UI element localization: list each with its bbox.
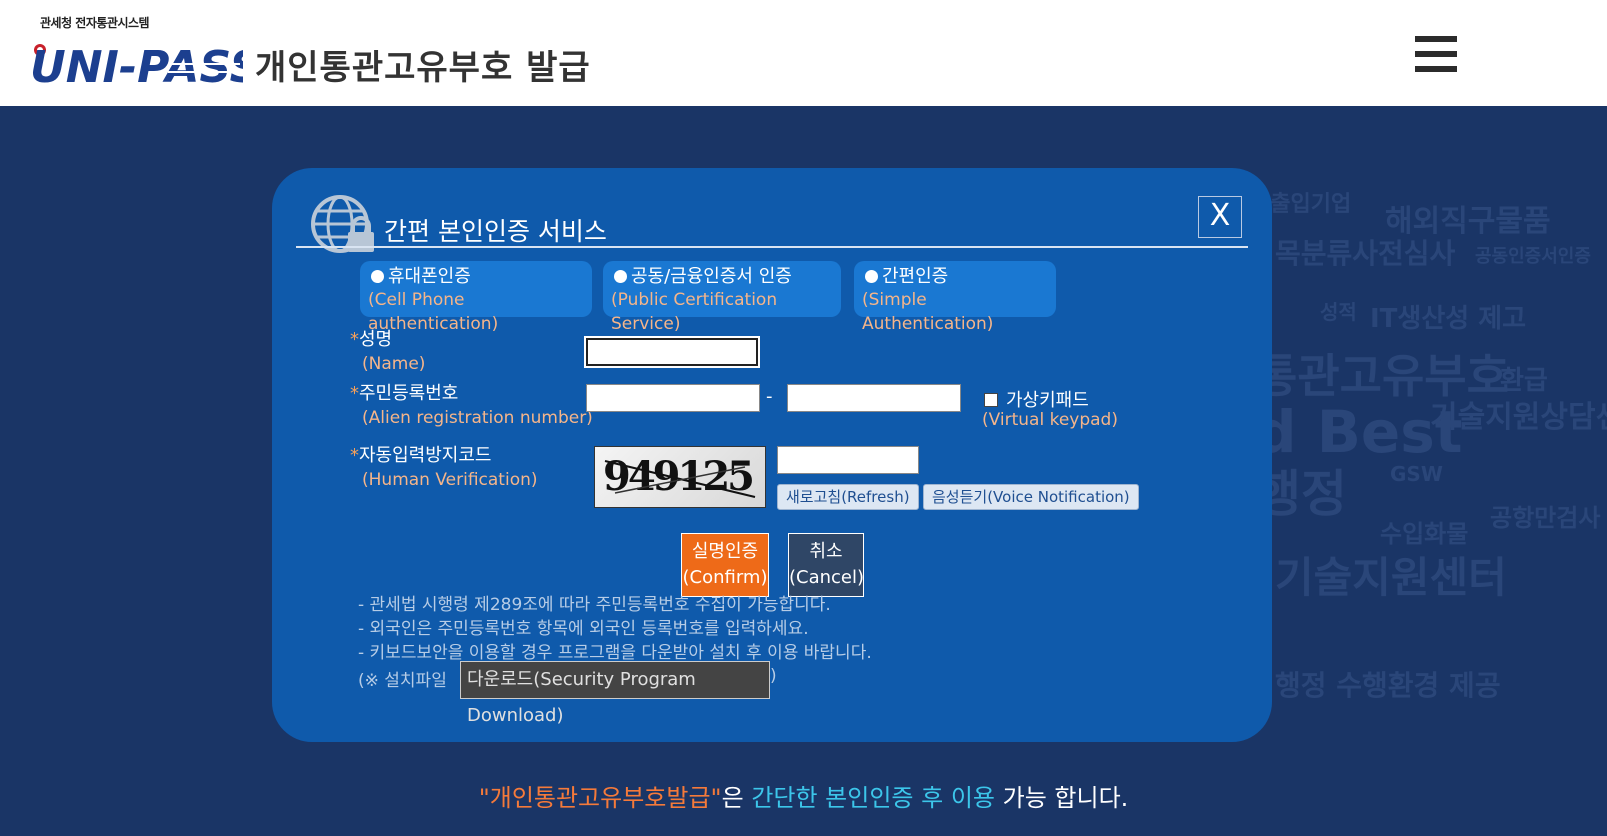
tab-public-certificate-auth[interactable]: 공동/금융인증서 인증 (Public Certification Servic… — [603, 261, 841, 334]
page-title: 개인통관고유부호 발급 — [255, 48, 591, 88]
auth-modal: 간편 본인인증 서비스 X 휴대폰인증 (Cell Phone authenti… — [272, 168, 1272, 742]
notice-text: - 관세법 시행령 제289조에 따라 주민등록번호 수집이 가능합니다. — [358, 595, 831, 615]
close-button[interactable]: X — [1198, 196, 1242, 238]
virtual-keypad-label: 가상키패드 — [1006, 390, 1089, 411]
voice-captcha-button[interactable]: 음성듣기(Voice Notification) — [923, 484, 1139, 510]
install-suffix: ) — [770, 666, 777, 686]
captcha-field-label: *자동입력방지코드 (Human Verification) — [350, 444, 538, 492]
bg-word: 기술지원상담센 — [1430, 400, 1607, 435]
bg-word: 공동인증서인증 — [1475, 246, 1591, 267]
required-mark: * — [350, 383, 359, 404]
tab-label-en: (Public Certification Service) — [611, 290, 778, 334]
radio-icon[interactable] — [371, 269, 384, 283]
registration-separator: - — [766, 386, 773, 407]
hamburger-bar — [1415, 51, 1457, 57]
logo-text: UNI-PASS — [30, 42, 243, 92]
bg-word: 기술지원센터 — [1275, 553, 1507, 602]
name-input[interactable] — [584, 336, 760, 368]
tab-simple-auth[interactable]: 간편인증 (Simple Authentication) — [854, 261, 1056, 334]
bg-word: IT생산성 제고 — [1370, 304, 1527, 334]
virtual-keypad-label-en: (Virtual keypad) — [982, 410, 1118, 430]
captcha-noise-lines — [604, 460, 756, 498]
footer-text: 가능 합니다. — [995, 784, 1129, 812]
confirm-button[interactable]: 실명인증 (Confirm) — [681, 533, 769, 597]
bg-word: 공항만검사 — [1490, 504, 1601, 532]
globe-lock-icon — [311, 195, 374, 253]
hamburger-menu-icon[interactable] — [1415, 36, 1457, 76]
registration-front-input[interactable] — [586, 384, 760, 412]
tab-label: 간편인증 — [882, 266, 949, 287]
name-label: 성명 — [359, 329, 393, 350]
registration-label: 주민등록번호 — [359, 383, 459, 404]
tab-cell-phone-auth[interactable]: 휴대폰인증 (Cell Phone authentication) — [360, 261, 592, 334]
footer-highlight: 간단한 본인인증 후 이용 — [751, 784, 995, 812]
registration-number-label: *주민등록번호 (Alien registration number) — [350, 382, 593, 430]
footer-text: 은 — [721, 784, 752, 812]
footer-service-name: "개인통관고유부호발급" — [478, 784, 722, 812]
radio-icon[interactable] — [614, 269, 627, 283]
cancel-label-en: (Cancel) — [789, 567, 865, 588]
registration-label-en: (Alien registration number) — [362, 408, 593, 428]
site-header: 관세청 전자통관시스템 UNI-PASS 개인통관고유부호 발급 — [0, 0, 1607, 106]
required-mark: * — [350, 445, 359, 466]
bg-word: 목분류사전심사 — [1275, 237, 1456, 270]
footer-message: "개인통관고유부호발급"은 간단한 본인인증 후 이용 가능 합니다. — [0, 778, 1607, 813]
name-label-en: (Name) — [362, 354, 426, 374]
notice-text: - 외국인은 주민등록번호 항목에 외국인 등록번호를 입력하세요. — [358, 619, 809, 639]
captcha-label: 자동입력방지코드 — [359, 445, 492, 466]
tab-label: 휴대폰인증 — [388, 266, 471, 287]
security-program-download-button[interactable]: 다운로드(Security Program Download) — [460, 661, 770, 726]
confirm-label: 실명인증 — [691, 541, 759, 562]
virtual-keypad-checkbox[interactable] — [984, 393, 998, 407]
unipass-logo-icon: UNI-PASS — [30, 42, 243, 92]
bg-word: 성적 — [1320, 300, 1357, 324]
bg-word: 행정 수행환경 제공 — [1275, 669, 1501, 702]
cancel-label: 취소 — [809, 541, 843, 562]
radio-icon[interactable] — [865, 269, 878, 283]
captcha-image: 949125 — [594, 446, 766, 508]
install-prefix: (※ 설치파일 — [358, 671, 447, 691]
registration-back-input[interactable] — [787, 384, 961, 412]
bg-word: GSW — [1390, 462, 1443, 486]
hamburger-bar — [1415, 36, 1457, 42]
tab-label: 공동/금융인증서 인증 — [631, 266, 792, 287]
modal-title: 간편 본인인증 서비스 — [384, 217, 607, 246]
captcha-label-en: (Human Verification) — [362, 470, 538, 490]
refresh-captcha-button[interactable]: 새로고침(Refresh) — [777, 484, 919, 510]
captcha-input[interactable] — [777, 446, 919, 474]
confirm-label-en: (Confirm) — [682, 567, 768, 588]
tab-label-en: (Simple Authentication) — [862, 290, 994, 334]
name-field-label: *성명 (Name) — [350, 328, 425, 376]
notice-text: - 키보드보안을 이용할 경우 프로그램을 다운받아 설치 후 이용 바랍니다. — [358, 643, 872, 663]
cancel-button[interactable]: 취소 (Cancel) — [788, 533, 864, 597]
hamburger-bar — [1415, 66, 1457, 72]
required-mark: * — [350, 329, 359, 350]
title-divider — [296, 246, 1248, 248]
unipass-logo[interactable]: 관세청 전자통관시스템 UNI-PASS — [28, 12, 243, 92]
